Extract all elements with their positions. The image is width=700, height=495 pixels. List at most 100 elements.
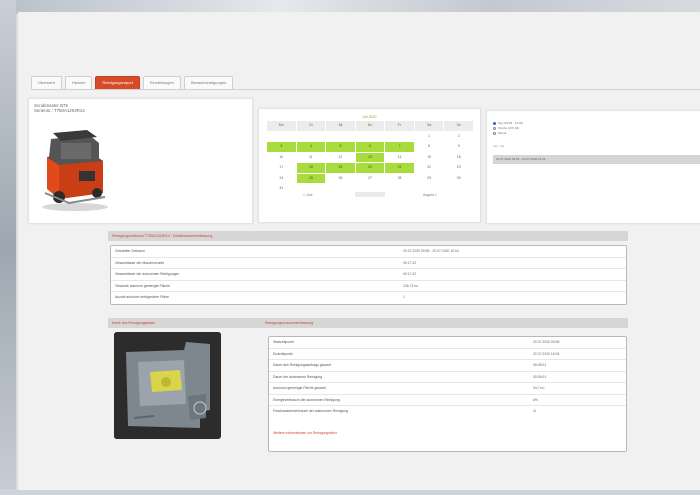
range-option-label: Woche (KW 29) — [498, 126, 520, 130]
calendar-today-button[interactable] — [355, 192, 385, 197]
calendar-weekday-header: Di — [296, 121, 326, 131]
calendar-day[interactable]: 25 — [296, 173, 326, 183]
radio-icon[interactable] — [493, 121, 496, 125]
calendar-day[interactable]: 8 — [415, 142, 444, 152]
range-option-month[interactable]: Monat — [493, 131, 506, 135]
background-left — [0, 0, 16, 495]
calendar-day — [326, 184, 355, 194]
calendar-day[interactable]: 24 — [267, 174, 296, 184]
calendar-day[interactable]: 17 — [267, 163, 296, 173]
calendar-grid: Mo Di Mi Do Fr Sa So 1 2 3 4 5 6 7 8 9 10 11 12 13 14 15 16 17 1… — [267, 121, 473, 194]
calendar-day — [356, 132, 385, 142]
calendar-day[interactable]: 30 — [444, 174, 473, 184]
row-key: Dauer des Reinigungsauftrags gesamt — [273, 363, 331, 367]
row-key: Gewählter Zeitraum — [115, 249, 145, 253]
row-value: 1 — [403, 295, 405, 299]
range-option-label: Tag (09:59 - 10:04) — [498, 121, 524, 125]
row-key: Frischwasserverbrauch der autonomen Rein… — [273, 409, 349, 413]
tab-settings[interactable]: Einstellungen — [142, 76, 181, 89]
table-row: Gesamtdauer der autonomen Reinigungen 00:… — [111, 269, 626, 281]
calendar-day — [326, 132, 355, 142]
calendar-day[interactable]: 9 — [444, 142, 473, 152]
row-key: Dauer der autonomen Reinigung — [273, 374, 323, 379]
tab-bar: Übersicht Historie Reinigungsreport Eins… — [31, 76, 234, 89]
row-key: Startzeitpunkt — [273, 340, 294, 344]
calendar-day[interactable]: 28 — [385, 174, 414, 184]
calendar-day[interactable]: 29 — [415, 174, 444, 184]
calendar-weekday-header: Sa — [414, 121, 444, 131]
summary-table: Gewählter Zeitraum 20.07.2020 09:59 - 20.… — [110, 245, 627, 305]
more-info-link[interactable]: Weitere Informationen zur Reinigungsfahr… — [273, 431, 337, 435]
tab-notifications[interactable]: Benachrichtigungen — [183, 76, 234, 89]
calendar-weekday-header: Mi — [326, 121, 355, 131]
calendar-day[interactable]: 19 — [326, 163, 355, 173]
summary-section-header: Reinigungszeitraum T750A1204R14 - Detail… — [108, 231, 628, 241]
row-value: 4l — [533, 409, 536, 413]
calendar-card: Juli 2020 Mo Di Mi Do Fr Sa So 1 2 3 4 5 6 7 8 9 10 11 12 1… — [258, 108, 481, 223]
calendar-day[interactable]: 11 — [297, 153, 326, 163]
calendar-day[interactable]: 26 — [326, 174, 355, 184]
tab-overview[interactable]: Übersicht — [31, 76, 62, 89]
scrubber-machine-image — [42, 130, 108, 211]
calendar-weekday-header: Fr — [385, 121, 414, 131]
calendar-day[interactable]: 10 — [267, 153, 296, 163]
row-key: Gesamtdauer der Maschinenzeit — [115, 260, 165, 265]
table-row: Gewählter Zeitraum 20.07.2020 09:59 - 20.… — [111, 246, 626, 258]
range-option-label: Monat — [498, 131, 507, 135]
map-section-header: Karte des Reinigungsplans — [108, 318, 628, 328]
calendar-day[interactable]: 6 — [355, 142, 385, 152]
calendar-weekday-header: Do — [355, 121, 385, 131]
row-value: 00:05:01 — [533, 374, 547, 379]
row-value: 00:17:42 — [403, 260, 417, 265]
calendar-day[interactable]: 16 — [444, 153, 473, 163]
range-card: Tag (09:59 - 10:04) Woche (KW 29) Monat … — [486, 110, 700, 224]
range-option-day[interactable]: Tag (09:59 - 10:04) — [493, 121, 523, 125]
calendar-day[interactable]: 15 — [415, 153, 444, 163]
calendar-day[interactable]: 20 — [355, 163, 385, 173]
calendar-day[interactable]: 5 — [326, 142, 355, 152]
tab-history[interactable]: Historie — [64, 76, 93, 89]
calendar-day[interactable]: 18 — [296, 163, 326, 173]
calendar-weekday-header: So — [444, 121, 473, 131]
radio-icon[interactable] — [493, 126, 496, 130]
table-row: Autonom gereinigte Fläche gesamt 34,7 m² — [269, 383, 626, 395]
table-row: Startzeitpunkt 20.07.2020 09:59 — [269, 337, 626, 349]
calendar-day[interactable]: 31 — [267, 184, 296, 194]
calendar-day — [444, 184, 473, 194]
row-key: Anzahl autonom erfolgreicher Pläne — [115, 295, 169, 299]
calendar-day[interactable]: 13 — [355, 152, 385, 162]
calendar-next-button[interactable]: August > — [423, 193, 437, 197]
floor-plan-image — [114, 332, 221, 439]
calendar-day[interactable]: 7 — [385, 142, 414, 152]
row-value: 00:05:01 — [533, 363, 547, 367]
machine-card: Scrubmaster B75 Seriennr.: T750A1204R14 — [28, 98, 253, 224]
row-key: Gesamte autonom gereinigte Fläche — [115, 283, 170, 288]
calendar-prev-button[interactable]: < Juni — [303, 193, 312, 197]
machine-serial: Seriennr.: T750A1204R14 — [34, 108, 85, 113]
range-value-field[interactable]: 20.07.2020 09:59 - 20.07.2020 10:04 — [493, 155, 700, 164]
row-value: 126,73 m² — [403, 283, 419, 288]
table-row: Dauer des Reinigungsauftrags gesamt 00:05… — [269, 360, 626, 372]
calendar-day — [385, 132, 414, 142]
range-label: von - bis — [493, 144, 505, 148]
row-key: Energieverbrauch der autonomen Reinigung — [273, 397, 340, 402]
calendar-day[interactable]: 3 — [267, 142, 296, 152]
calendar-day[interactable]: 27 — [356, 174, 385, 184]
row-key: Gesamtdauer der autonomen Reinigungen — [115, 272, 180, 276]
calendar-day[interactable]: 12 — [326, 153, 355, 163]
cleaning-map[interactable] — [114, 332, 221, 439]
calendar-day[interactable]: 2 — [444, 132, 473, 142]
calendar-day[interactable]: 22 — [415, 163, 444, 173]
range-option-week[interactable]: Woche (KW 29) — [493, 126, 519, 130]
radio-icon[interactable] — [493, 131, 496, 135]
cleaning-summary-header: Reinigungszusammenfassung — [265, 321, 314, 325]
table-row: Gesamtdauer der Maschinenzeit 00:17:42 — [111, 258, 626, 269]
calendar-day[interactable]: 21 — [385, 163, 414, 173]
calendar-day[interactable]: 4 — [296, 142, 326, 152]
calendar-day[interactable]: 23 — [444, 163, 473, 173]
row-value: 20.07.2020 09:59 - 20.07.2020 10:04 — [403, 249, 459, 253]
calendar-day[interactable]: 14 — [385, 153, 414, 163]
calendar-day[interactable]: 1 — [415, 132, 444, 142]
tab-cleaning-report[interactable]: Reinigungsreport — [95, 76, 140, 89]
calendar-title: Juli 2020 — [362, 115, 377, 119]
